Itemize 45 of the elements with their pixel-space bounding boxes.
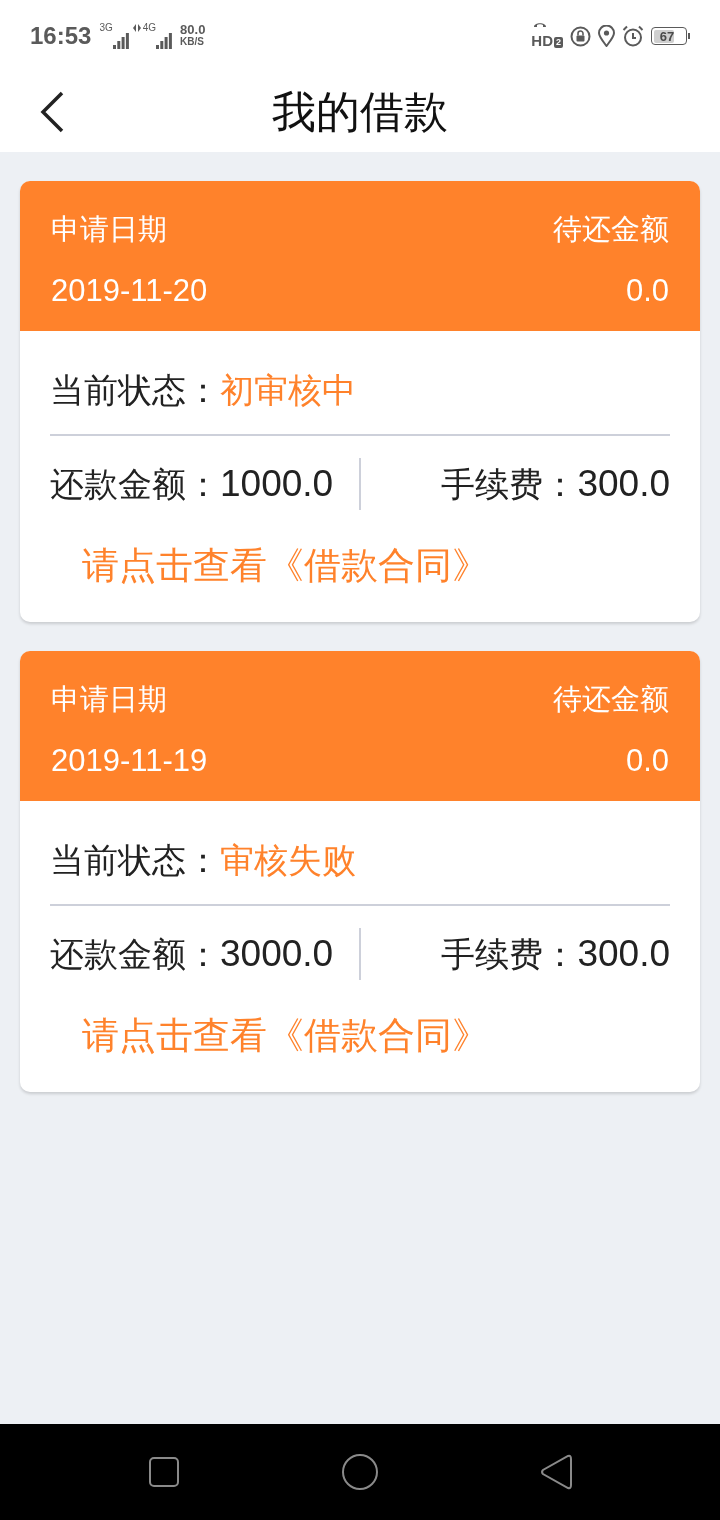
location-pin-icon bbox=[598, 25, 615, 47]
date-label: 申请日期 bbox=[51, 681, 167, 718]
rotation-lock-icon bbox=[570, 25, 591, 47]
recent-apps-button[interactable] bbox=[146, 1454, 182, 1490]
date-label: 申请日期 bbox=[51, 211, 167, 248]
application-date: 2019-11-19 bbox=[51, 742, 208, 780]
fee-amount: 300.0 bbox=[577, 462, 670, 506]
speed-unit: KB/S bbox=[180, 36, 205, 48]
status-value: 审核失败 bbox=[220, 839, 356, 882]
square-icon bbox=[149, 1457, 179, 1487]
status-label: 当前状态： bbox=[50, 369, 220, 412]
home-button[interactable] bbox=[342, 1454, 378, 1490]
network-type-label: 4G bbox=[142, 23, 157, 33]
hd-voice-number: 2 bbox=[554, 37, 563, 48]
triangle-icon bbox=[540, 1454, 572, 1490]
back-chevron-icon bbox=[40, 91, 64, 133]
fee-label: 手续费： bbox=[441, 933, 578, 976]
application-date: 2019-11-20 bbox=[51, 272, 208, 310]
status-label: 当前状态： bbox=[50, 839, 220, 882]
repayment-amount: 1000.0 bbox=[220, 462, 334, 506]
back-nav-button[interactable] bbox=[538, 1454, 574, 1490]
network-type-label: 3G bbox=[99, 23, 113, 33]
clock-time: 16:53 bbox=[30, 22, 92, 50]
repayment-label: 还款金额： bbox=[50, 933, 220, 976]
page-title: 我的借款 bbox=[272, 85, 448, 139]
fee-amount: 300.0 bbox=[577, 932, 670, 976]
due-amount: 0.0 bbox=[625, 272, 669, 310]
circle-icon bbox=[342, 1454, 378, 1490]
network-speed: 80.0 bbox=[180, 24, 206, 36]
battery-percent: 67 bbox=[659, 29, 675, 43]
contract-link[interactable]: 请点击查看《借款合同》 bbox=[82, 540, 489, 592]
repayment-label: 还款金额： bbox=[50, 463, 220, 506]
fee-label: 手续费： bbox=[441, 463, 578, 506]
due-amount-label: 待还金额 bbox=[553, 681, 669, 718]
status-value: 初审核中 bbox=[220, 369, 356, 412]
signal-bars-icon bbox=[156, 33, 173, 49]
repayment-amount: 3000.0 bbox=[220, 932, 334, 976]
due-amount: 0.0 bbox=[625, 742, 669, 780]
signal-bars-icon bbox=[112, 33, 129, 49]
phone-handset-icon bbox=[533, 21, 548, 27]
alarm-clock-icon bbox=[622, 25, 644, 47]
hd-voice-label: HD bbox=[531, 33, 553, 48]
contract-link[interactable]: 请点击查看《借款合同》 bbox=[82, 1010, 489, 1062]
due-amount-label: 待还金额 bbox=[553, 211, 669, 248]
data-activity-icon bbox=[132, 23, 141, 33]
